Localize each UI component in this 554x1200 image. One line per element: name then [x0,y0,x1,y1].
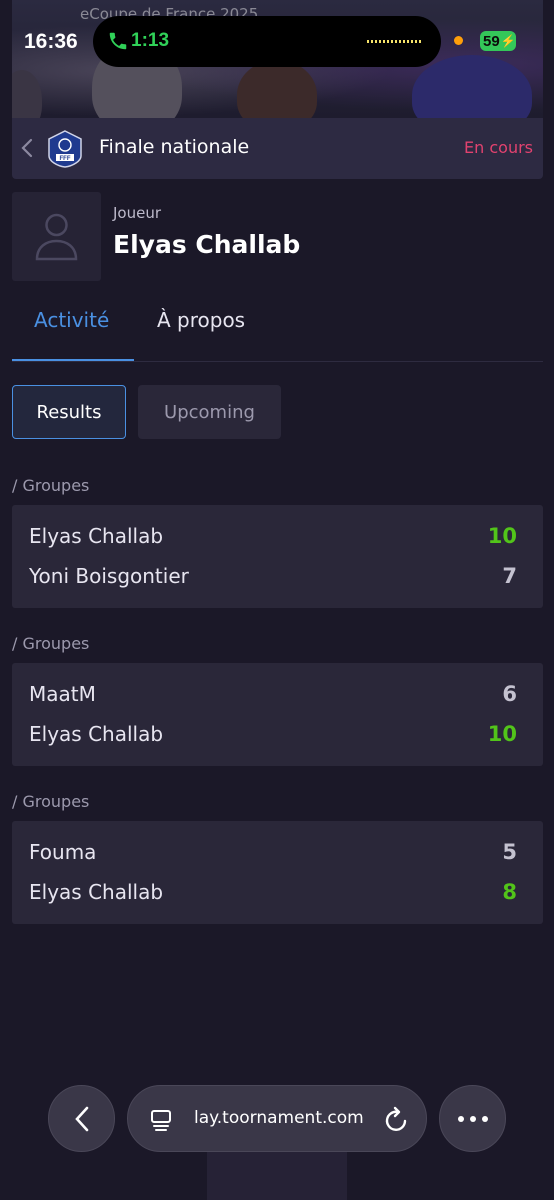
match-card[interactable]: MaatM 6 Elyas Challab 10 [12,663,543,766]
player-name-cell: Elyas Challab [29,880,164,904]
player-name-cell: Yoni Boisgontier [29,564,189,588]
reload-icon[interactable] [384,1106,410,1134]
score-cell: 7 [502,564,517,588]
user-icon [35,213,78,261]
battery-indicator: 59 ⚡ [480,31,516,51]
match-card[interactable]: Elyas Challab 10 Yoni Boisgontier 7 [12,505,543,608]
group-label: / Groupes [12,476,90,495]
player-role: Joueur [113,204,162,222]
tab-about[interactable]: À propos [157,308,245,332]
match-card[interactable]: Fouma 5 Elyas Challab 8 [12,821,543,924]
fff-logo-icon: FFF [48,130,82,168]
upcoming-filter-button[interactable]: Upcoming [138,385,281,439]
results-filter-button[interactable]: Results [12,385,126,439]
tournament-header: FFF Finale nationale En cours [12,118,543,179]
more-options-button[interactable] [439,1085,506,1152]
player-name-cell: Elyas Challab [29,722,164,746]
player-name: Elyas Challab [113,230,301,259]
avatar [12,192,101,281]
dynamic-island[interactable]: 1:13 [93,16,441,67]
battery-level: 59 [483,32,500,50]
group-label: / Groupes [12,634,90,653]
chevron-left-icon [74,1106,88,1131]
browser-back-button[interactable] [48,1085,115,1152]
tab-bar: Activité À propos [12,300,543,362]
audio-wave-icon [367,40,423,43]
player-name-cell: Elyas Challab [29,524,164,548]
status-time: 16:36 [24,30,78,53]
tab-activity[interactable]: Activité [34,308,109,332]
match-row: MaatM 6 [29,679,517,709]
score-cell: 10 [487,722,517,746]
score-cell: 5 [502,840,517,864]
group-label: / Groupes [12,792,90,811]
bolt-icon: ⚡ [500,34,516,48]
match-row: Fouma 5 [29,837,517,867]
score-cell: 6 [502,682,517,706]
tabs-icon[interactable] [150,1108,174,1132]
score-cell: 10 [487,524,517,548]
mic-indicator-icon [454,36,463,45]
hero-figure-player-right [412,55,532,118]
score-cell: 8 [502,880,517,904]
match-row: Elyas Challab 8 [29,877,517,907]
hero-figure-left [12,70,42,118]
tournament-name[interactable]: Finale nationale [99,136,249,158]
url-text: lay.toornament.com [194,1108,364,1128]
chevron-left-icon[interactable] [20,138,34,158]
match-row: Yoni Boisgontier 7 [29,561,517,591]
phone-icon [109,32,127,50]
match-row: Elyas Challab 10 [29,719,517,749]
address-bar[interactable]: lay.toornament.com [127,1085,427,1152]
match-row: Elyas Challab 10 [29,521,517,551]
call-duration: 1:13 [131,30,170,51]
tournament-status-badge: En cours [464,138,533,157]
hero-figure-player [237,60,317,118]
player-name-cell: Fouma [29,840,97,864]
fff-logo-text: FFF [60,156,71,162]
more-dots-icon [457,1115,488,1122]
active-tab-indicator [12,359,134,361]
player-name-cell: MaatM [29,682,96,706]
